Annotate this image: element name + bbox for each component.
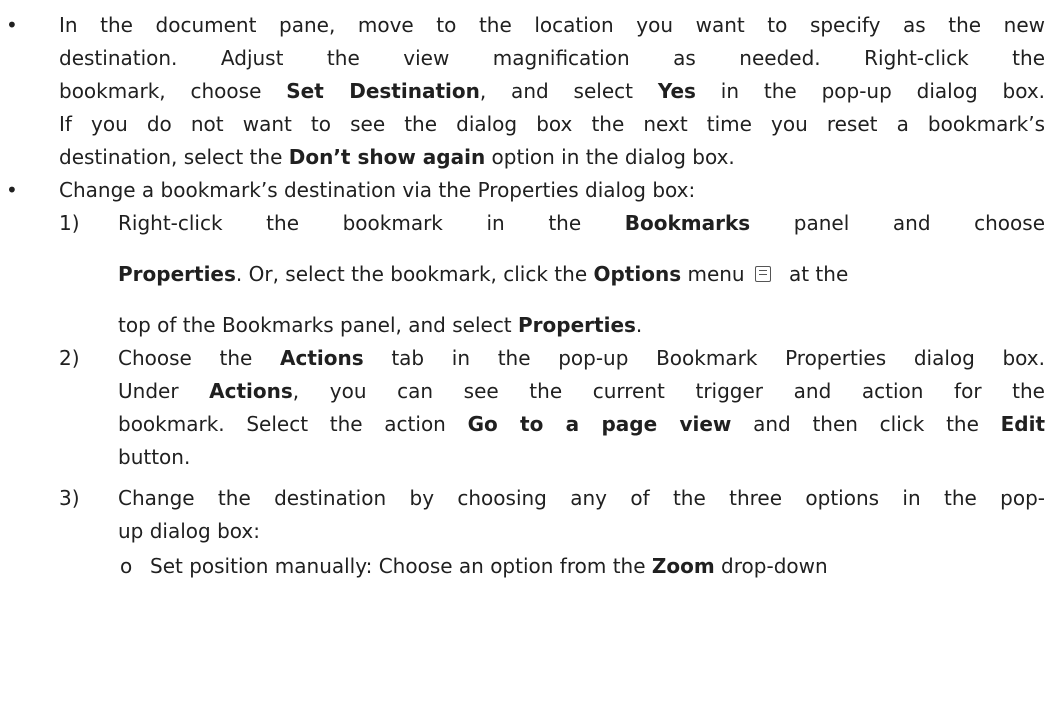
bullet-mark: • (6, 178, 18, 202)
bullet-text: In the document pane, move to the locati… (59, 9, 1045, 174)
sub-text: Set position manually: Choose an option … (150, 550, 1045, 583)
text-line: Under Actions, you can see the current t… (118, 379, 1045, 403)
document-page: • In the document pane, move to the loca… (0, 0, 1064, 709)
step-number: 1) (59, 211, 80, 235)
text-line: destination. Adjust the view magnificati… (59, 46, 1045, 70)
text-line: button. (118, 445, 191, 469)
step-number: 3) (59, 486, 80, 510)
text-line: bookmark, choose Set Destination, and se… (59, 79, 1046, 103)
list-menu-icon (754, 265, 771, 282)
text-line: Change the destination by choosing any o… (118, 486, 1045, 510)
text-line: destination, select the Don’t show again… (59, 145, 735, 169)
text-line: top of the Bookmarks panel, and select P… (118, 313, 643, 337)
step-text: Choose the Actions tab in the pop-up Boo… (118, 342, 1045, 474)
text-line: Set position manually: Choose an option … (150, 554, 828, 578)
text-line: Properties. Or, select the bookmark, cli… (118, 262, 849, 286)
text-line: Right-click the bookmark in the Bookmark… (118, 211, 1045, 235)
bullet-text: Change a bookmark’s destination via the … (59, 178, 696, 202)
text-line: Choose the Actions tab in the pop-up Boo… (118, 346, 1046, 370)
text-line: In the document pane, move to the locati… (59, 13, 1045, 37)
text-line: If you do not want to see the dialog box… (59, 112, 1045, 136)
step-number: 2) (59, 346, 80, 370)
step-text: Right-click the bookmark in the Bookmark… (118, 207, 1045, 342)
step-text: Change the destination by choosing any o… (118, 482, 1045, 548)
sub-bullet-mark: o (120, 554, 133, 578)
text-line: up dialog box: (118, 519, 260, 543)
text-line: bookmark. Select the action Go to a page… (118, 412, 1046, 436)
bullet-mark: • (6, 13, 18, 37)
